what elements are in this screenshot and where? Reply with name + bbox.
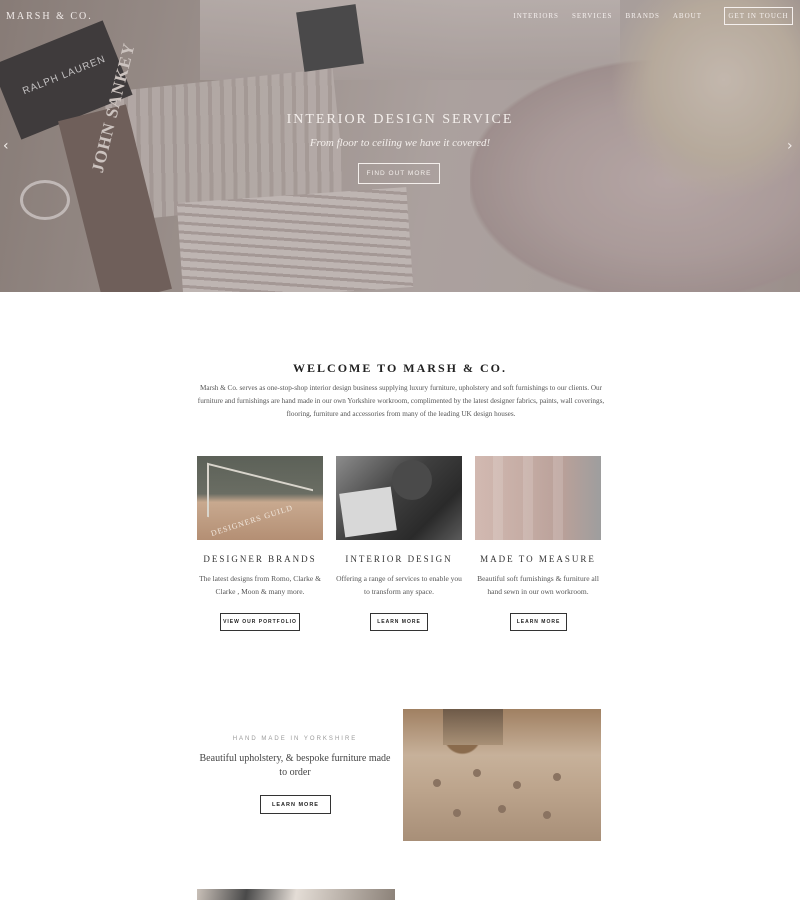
view-portfolio-button[interactable]: VIEW OUR PORTFOLIO: [220, 613, 300, 631]
handmade-title: Beautiful upholstery, & bespoke furnitur…: [199, 753, 391, 778]
logo[interactable]: MARSH & CO.: [6, 11, 93, 22]
card-title: MADE TO MEASURE: [480, 554, 596, 564]
handmade-kicker: HAND MADE IN YORKSHIRE: [232, 736, 358, 742]
button-tuft: [513, 781, 521, 789]
card-description: The latest designs from Romo, Clarke & C…: [199, 574, 321, 596]
upholstery-image: [403, 709, 601, 841]
curtain-fold: [523, 456, 533, 540]
card-title: DESIGNER BRANDS: [203, 554, 317, 564]
button-tuft: [553, 773, 561, 781]
main-nav: INTERIORS SERVICES BRANDS ABOUT: [513, 12, 702, 20]
hero-title: INTERIOR DESIGN SERVICE: [286, 112, 514, 127]
learn-more-button[interactable]: LEARN MORE: [370, 613, 428, 631]
made-to-measure-image[interactable]: [475, 456, 601, 540]
button-tuft: [433, 779, 441, 787]
card-designer-brands: DESIGNERS GUILD DESIGNER BRANDS The late…: [197, 456, 323, 631]
find-out-more-button[interactable]: FIND OUT MORE: [358, 163, 440, 184]
interior-design-image[interactable]: [336, 456, 462, 540]
nav-item-about[interactable]: ABOUT: [673, 12, 702, 20]
lamp-base: [443, 709, 503, 745]
button-tuft: [498, 805, 506, 813]
curtain-fold: [553, 456, 563, 540]
card-made-to-measure: MADE TO MEASURE Beautiful soft furnishin…: [475, 456, 601, 631]
curtain-fold: [493, 456, 503, 540]
nav-item-services[interactable]: SERVICES: [572, 12, 613, 20]
welcome-text: Marsh & Co. serves as one-stop-shop inte…: [197, 384, 605, 418]
card-interior-design: INTERIOR DESIGN Offering a range of serv…: [336, 456, 462, 631]
get-in-touch-button[interactable]: GET IN TOUCH: [724, 7, 793, 25]
chevron-right-icon[interactable]: ›: [787, 138, 793, 154]
card-description: Offering a range of services to enable y…: [336, 574, 462, 596]
designer-figure: [392, 460, 432, 500]
drawing-paper: [339, 486, 397, 538]
nav-item-brands[interactable]: BRANDS: [625, 12, 659, 20]
card-title: INTERIOR DESIGN: [345, 554, 453, 564]
nav-item-interiors[interactable]: INTERIORS: [513, 12, 559, 20]
hero-subtitle: From floor to ceiling we have it covered…: [309, 137, 491, 149]
button-tuft: [473, 769, 481, 777]
next-section-image: [197, 889, 395, 900]
button-tuft: [543, 811, 551, 819]
welcome-title: WELCOME TO MARSH & CO.: [293, 361, 507, 375]
button-tuft: [453, 809, 461, 817]
handmade-learn-more-button[interactable]: LEARN MORE: [260, 795, 331, 814]
card-description: Beautiful soft furnishings & furniture a…: [477, 574, 599, 596]
chevron-left-icon[interactable]: ‹: [3, 138, 9, 154]
learn-more-button[interactable]: LEARN MORE: [510, 613, 567, 631]
designer-brands-image[interactable]: DESIGNERS GUILD: [197, 456, 323, 540]
